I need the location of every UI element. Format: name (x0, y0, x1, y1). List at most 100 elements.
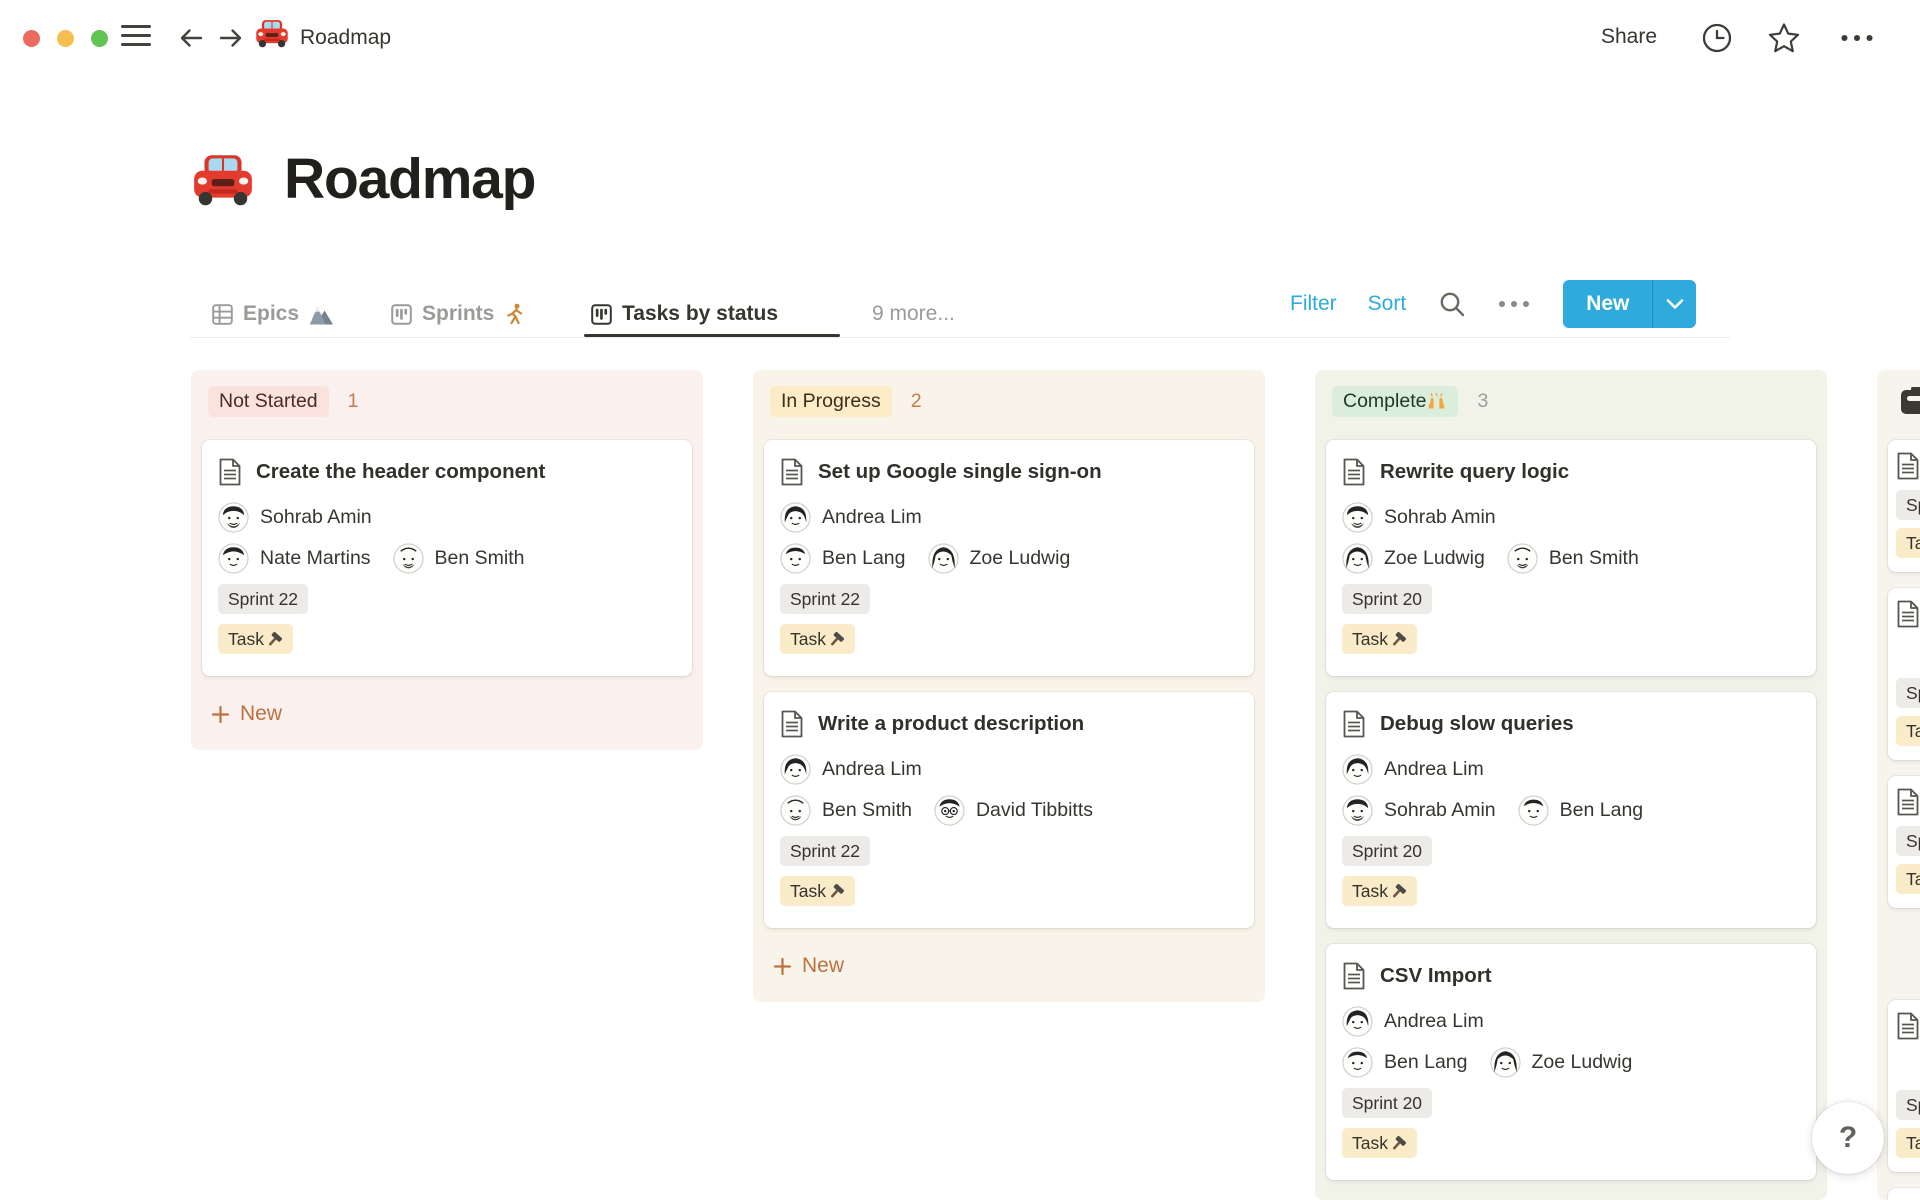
task-card[interactable]: Create the header componentSohrab AminNa… (202, 440, 692, 676)
status-badge[interactable]: Complete (1332, 386, 1458, 417)
doc-icon (1342, 962, 1366, 990)
tag-line: Task (1896, 528, 1920, 558)
tag-line: Task (1896, 864, 1920, 894)
column-count: 1 (348, 390, 359, 413)
tag-line: Task (1896, 1128, 1920, 1158)
doc-icon (1896, 788, 1920, 816)
assignee-name: Andrea Lim (1384, 758, 1484, 781)
avatar-male-short-hair (1518, 795, 1549, 826)
tag-task: Task (1896, 1128, 1920, 1158)
help-button[interactable]: ? (1812, 1102, 1884, 1174)
assignee-name: David Tibbitts (976, 799, 1093, 822)
task-card[interactable]: Write a product description Andrea Lim Ben… (764, 692, 1254, 928)
doc-icon (780, 458, 804, 486)
card-title-row: Write a product description (780, 710, 1238, 738)
task-card[interactable]: SprintTask (1888, 440, 1920, 572)
doc-icon (780, 710, 804, 738)
task-card[interactable]: Sprint Task (1888, 776, 1920, 908)
raised-hands-icon (1426, 393, 1447, 410)
assignee-row: Sohrab Amin (218, 502, 676, 533)
task-card[interactable]: Debug slow queries Andrea Lim Sohrab Amin B… (1326, 692, 1816, 928)
card-title: Set up Google single sign-on (818, 460, 1102, 484)
tag-task: Task (780, 624, 855, 654)
add-card-button[interactable]: New (202, 692, 692, 736)
card-title: Rewrite query logic (1380, 460, 1569, 484)
assignee: Ben Smith (780, 795, 912, 826)
task-card[interactable]: SprintTask (1888, 1000, 1920, 1172)
hammer-icon (828, 883, 845, 900)
tag-task: Task (780, 876, 855, 906)
tag-sprint-20: Sprint 20 (1342, 836, 1432, 866)
tag-sprint-22: Sprint 22 (218, 584, 308, 614)
tag-line: Task (1342, 624, 1800, 654)
card-title-row (1896, 1012, 1920, 1040)
assignee: Zoe Ludwig (1490, 1047, 1633, 1078)
tag-task: Task (1896, 716, 1920, 746)
card-title: Write a product description (818, 712, 1084, 736)
tag-line: Sprint 20 (1342, 1088, 1800, 1118)
assignee-row: Andrea Lim (780, 754, 1238, 785)
avatar-male-curly-beard (1342, 502, 1373, 533)
assignee-name: Sohrab Amin (1384, 799, 1496, 822)
hammer-icon (266, 631, 283, 648)
card-title-row: Rewrite query logic (1342, 458, 1800, 486)
doc-icon (1896, 452, 1920, 480)
tag-sprint: Sprint (1896, 678, 1920, 708)
avatar-female-bob (1342, 754, 1373, 785)
avatar-male-short-hair (1342, 1047, 1373, 1078)
board-column-clipped: SprintTaskSprintTaskSprintTaskSprintTask… (1877, 370, 1920, 1200)
column-header: Complete 3 (1332, 386, 1810, 416)
hammer-icon (1390, 1135, 1407, 1152)
assignee-name: Zoe Ludwig (1532, 1051, 1633, 1074)
assignee: Andrea Lim (780, 754, 922, 785)
task-card[interactable]: SprintTask (1888, 1188, 1920, 1200)
tag-sprint: Sprint (1896, 826, 1920, 856)
hammer-icon (1390, 631, 1407, 648)
task-card[interactable]: Rewrite query logic Sohrab Amin Zoe Ludwig… (1326, 440, 1816, 676)
tag-sprint-20: Sprint 20 (1342, 1088, 1432, 1118)
tag-line: Sprint 22 (780, 836, 1238, 866)
avatar-male-curly-beard (1342, 795, 1373, 826)
doc-icon (1342, 710, 1366, 738)
card-title-row (1896, 600, 1920, 628)
avatar-male-dark-hair (218, 543, 249, 574)
avatar-female-bob (1342, 1006, 1373, 1037)
tag-task: Task (1342, 876, 1417, 906)
assignee: Zoe Ludwig (1342, 543, 1485, 574)
tag-line: Task (780, 624, 1238, 654)
card-title: CSV Import (1380, 964, 1492, 988)
assignee-name: Zoe Ludwig (1384, 547, 1485, 570)
hammer-icon (1390, 883, 1407, 900)
assignee-name: Ben Smith (1549, 547, 1639, 570)
task-card[interactable]: CSV Import Andrea Lim Ben Lang Zoe Ludwig Sp… (1326, 944, 1816, 1180)
tag-sprint-22: Sprint 22 (780, 584, 870, 614)
tag-line: Sprint (1896, 678, 1920, 708)
task-card[interactable]: Set up Google single sign-onAndrea LimBe… (764, 440, 1254, 676)
tag-line: Sprint (1896, 826, 1920, 856)
add-card-button[interactable]: New (764, 944, 1254, 988)
assignee-name: Ben Lang (822, 547, 906, 570)
plus-icon (773, 957, 792, 976)
assignee-row: Andrea Lim (1342, 754, 1800, 785)
column-count: 3 (1477, 390, 1488, 413)
assignee: Ben Lang (1342, 1047, 1468, 1078)
task-card[interactable]: Sprint Task (1888, 588, 1920, 760)
tag-sprint-20: Sprint 20 (1342, 584, 1432, 614)
assignee-name: Andrea Lim (1384, 1010, 1484, 1033)
card-title: Debug slow queries (1380, 712, 1574, 736)
assignee-name: Ben Smith (435, 547, 525, 570)
board: Not Started 1 Create the header componentS… (0, 0, 1920, 1200)
assignee-row: Sohrab Amin (1342, 502, 1800, 533)
tag-task: Task (1896, 864, 1920, 894)
avatar-female-bob (780, 754, 811, 785)
status-badge[interactable]: Not Started (208, 386, 329, 417)
plus-icon (211, 705, 230, 724)
assignee: Ben Lang (1518, 795, 1644, 826)
avatar-male-curly-beard (218, 502, 249, 533)
tag-sprint-22: Sprint 22 (780, 836, 870, 866)
assignee: Andrea Lim (1342, 754, 1484, 785)
assignee: Ben Lang (780, 543, 906, 574)
status-badge[interactable]: In Progress (770, 386, 892, 417)
assignee-row: Ben LangZoe Ludwig (780, 543, 1238, 574)
assignee-name: Andrea Lim (822, 758, 922, 781)
